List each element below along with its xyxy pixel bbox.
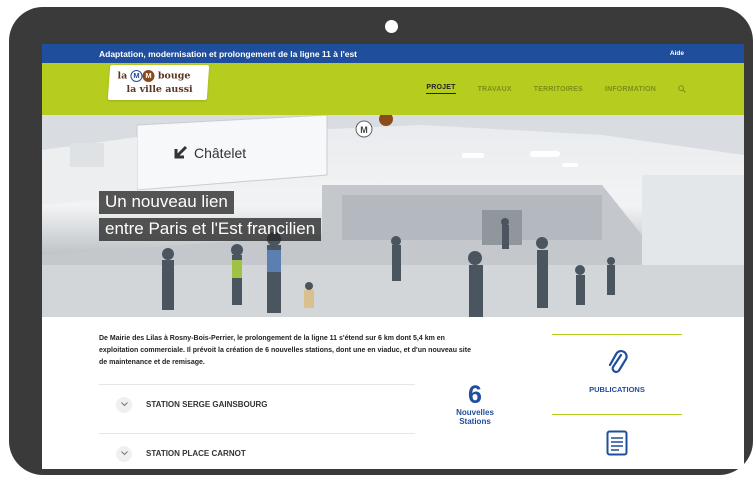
- divider: [552, 414, 682, 415]
- nav-item-territoires[interactable]: TERRITOIRES: [534, 86, 583, 93]
- document-icon[interactable]: [606, 430, 628, 461]
- top-bar: Adaptation, modernisation et prolongemen…: [42, 44, 744, 63]
- chevron-down-icon[interactable]: [116, 396, 132, 413]
- nav-item-projet[interactable]: PROJET: [426, 84, 456, 94]
- hero-banner: M Châtelet Un nouveau lien entre Paris e…: [42, 115, 744, 317]
- help-link[interactable]: Aide: [670, 50, 684, 57]
- main-navbar: la MM bouge la ville aussi PROJET TRAVAU…: [42, 63, 744, 115]
- stat-label-line1: Nouvelles: [456, 408, 494, 417]
- nav-menu: PROJET TRAVAUX TERRITOIRES INFORMATION: [426, 63, 686, 115]
- stations-stat: 6 Nouvelles Stations: [440, 382, 510, 426]
- station-label: STATION PLACE CARNOT: [146, 449, 246, 458]
- paperclip-icon[interactable]: [608, 349, 628, 382]
- logo-bouge: bouge: [157, 70, 191, 82]
- tablet-frame: Adaptation, modernisation et prolongemen…: [9, 7, 753, 475]
- chevron-down-icon[interactable]: [116, 445, 132, 462]
- site-logo[interactable]: la MM bouge la ville aussi: [107, 65, 210, 100]
- station-accordion-item[interactable]: STATION PLACE CARNOT: [99, 433, 415, 469]
- hero-station-illustration: M: [42, 115, 744, 317]
- hero-title-line2: entre Paris et l'Est francilien: [99, 218, 322, 241]
- stat-number: 6: [468, 381, 482, 409]
- top-bar-title: Adaptation, modernisation et prolongemen…: [99, 48, 358, 59]
- metro-m-icon: M: [130, 70, 143, 82]
- camera-dot: [385, 20, 398, 33]
- browser-screen: Adaptation, modernisation et prolongemen…: [42, 44, 744, 469]
- stat-label-line2: Stations: [459, 417, 491, 426]
- search-icon[interactable]: [678, 85, 686, 93]
- metro-m-brown-icon: M: [142, 70, 155, 82]
- logo-line1: la MM bouge: [117, 70, 190, 82]
- nav-item-travaux[interactable]: TRAVAUX: [478, 86, 512, 93]
- publications-link[interactable]: PUBLICATIONS: [552, 385, 682, 394]
- divider: [552, 334, 682, 335]
- hero-sign-chatelet: Châtelet: [194, 145, 247, 161]
- station-label: STATION SERGE GAINSBOURG: [146, 400, 268, 409]
- nav-item-information[interactable]: INFORMATION: [605, 86, 656, 93]
- hero-title-line1: Un nouveau lien: [99, 191, 234, 214]
- intro-text: De Mairie des Lilas à Rosny-Bois-Perrier…: [99, 335, 471, 366]
- station-accordion-item[interactable]: STATION SERGE GAINSBOURG: [99, 384, 415, 424]
- logo-la: la: [117, 70, 128, 82]
- logo-line2: la ville aussi: [126, 84, 193, 95]
- svg-text:M: M: [360, 125, 368, 135]
